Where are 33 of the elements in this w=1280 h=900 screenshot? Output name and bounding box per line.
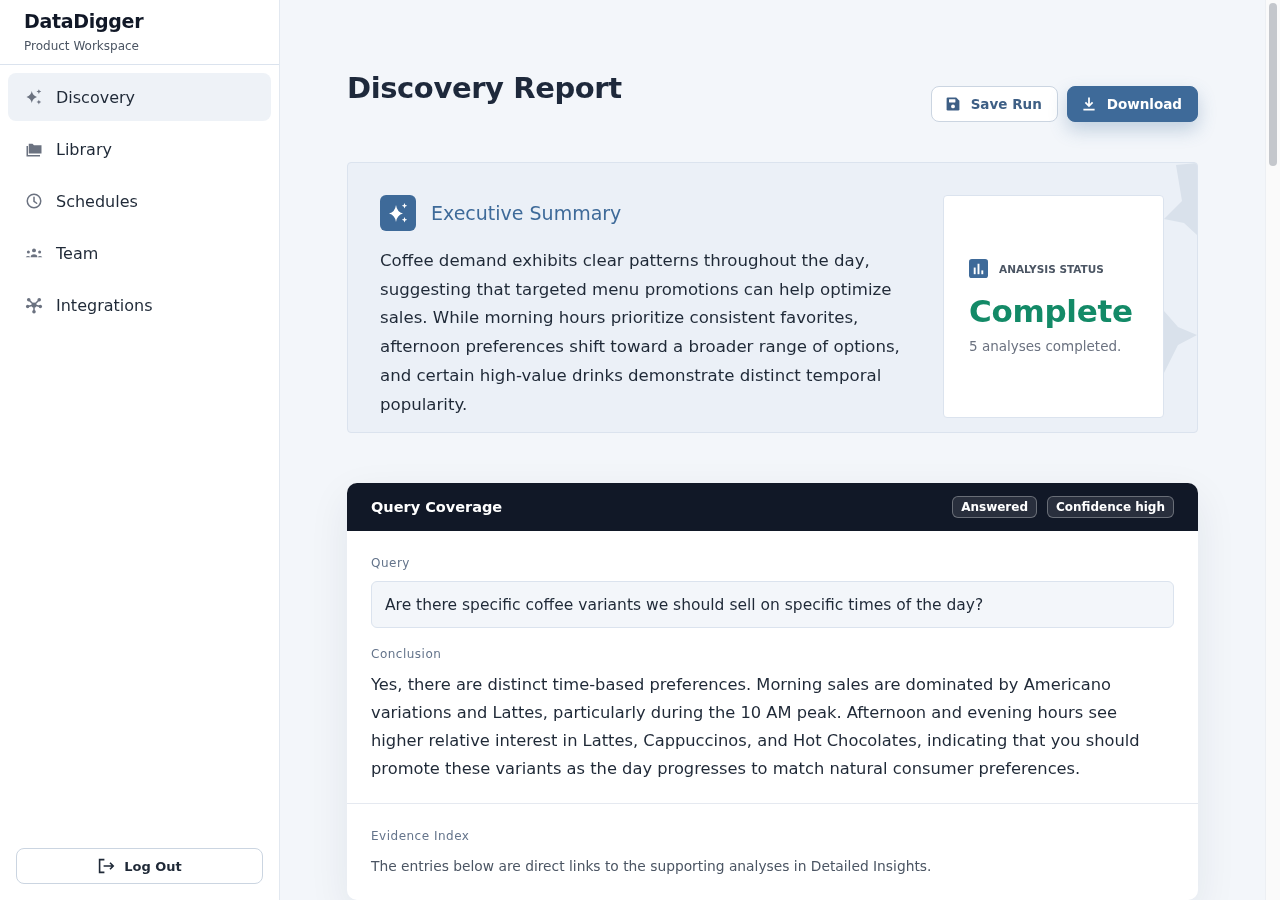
query-field: Are there specific coffee variants we should sell on specific times of the day? bbox=[371, 581, 1174, 628]
sparkles-icon bbox=[25, 88, 43, 106]
card-title: Query Coverage bbox=[371, 499, 503, 515]
status-value: Complete bbox=[969, 292, 1134, 331]
field-label: Query bbox=[371, 555, 411, 571]
brand-title: DataDigger bbox=[24, 9, 145, 34]
scrollbar-thumb[interactable] bbox=[1269, 3, 1277, 166]
status-label: ANALYSIS STATUS bbox=[999, 262, 1104, 275]
summary-paragraph: Coffee demand exhibits clear patterns throughout the day, suggesting that targeted menu promotions can help optimize sales. While morning hours prioritize consistent favorites, afternoon preferences shift toward a broader range of options, and certain high-value drinks demonstrate distinct temporal popularity. bbox=[380, 250, 901, 416]
network-icon bbox=[25, 296, 43, 314]
sidebar-item[interactable]: Integrations bbox=[8, 281, 271, 329]
sidebar-item[interactable]: Discovery bbox=[8, 73, 271, 121]
status-badge: Confidence high bbox=[1047, 496, 1174, 518]
sidebar-item[interactable]: Team bbox=[8, 229, 271, 277]
evidence-description: The entries below are direct links to the supporting analyses in Detailed Insights. bbox=[371, 857, 933, 876]
sidebar-item[interactable]: Library bbox=[8, 125, 271, 173]
sparkles-icon bbox=[380, 195, 416, 231]
download-icon bbox=[1080, 96, 1097, 112]
save-button[interactable]: Save Run bbox=[930, 86, 1058, 122]
field-label: Evidence Index bbox=[371, 828, 471, 844]
section-heading: Executive Summary bbox=[431, 202, 622, 224]
workspace-subtitle: Product Workspace bbox=[24, 38, 140, 54]
logout-icon bbox=[97, 858, 116, 874]
logout-button[interactable]: Log Out bbox=[16, 848, 263, 884]
status-note: 5 analyses completed. bbox=[969, 338, 1123, 354]
clock-icon bbox=[25, 192, 43, 210]
download-button[interactable]: Download bbox=[1066, 86, 1198, 122]
bar-chart-icon bbox=[969, 259, 988, 278]
page-title: Discovery Report bbox=[347, 70, 622, 107]
field-label: Conclusion bbox=[371, 646, 443, 662]
status-badge: Answered bbox=[952, 496, 1037, 518]
sidebar-item[interactable]: Schedules bbox=[8, 177, 271, 225]
conclusion-paragraph: Yes, there are distinct time-based preferences. Morning sales are dominated by Americano variations and Lattes, particularly during the 10 AM peak. Afternoon and evening hours see higher relative interest in Lattes, Cappuccinos, and Hot Chocolates, indicating that you should promote these variants as the day progresses to match natural consumer preferences. bbox=[371, 674, 1141, 780]
